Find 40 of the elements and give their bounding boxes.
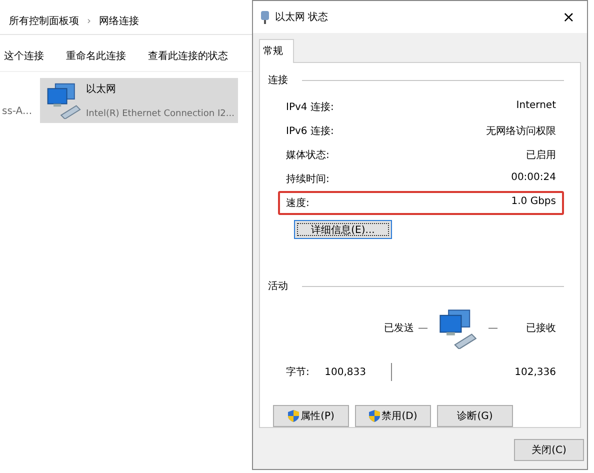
section-heading: 活动 [268,280,288,293]
toolbar-button[interactable]: 重命名此连接 [66,49,126,63]
shield-icon [288,410,299,422]
field-value: 无网络访问权限 [486,124,556,138]
details-button[interactable]: 详细信息(E)... [294,220,392,239]
bytes-label: 字节: [286,366,310,379]
close-button[interactable]: × [558,8,579,26]
breadcrumb-item[interactable]: 网络连接 [99,14,139,28]
sent-label: 已发送 [384,322,414,335]
action-button[interactable]: 禁用(D) [355,405,431,427]
window-title: 以太网 状态 [275,10,328,24]
action-button[interactable]: 属性(P) [273,405,349,427]
toolbar-button[interactable]: 这个连接 [4,49,44,63]
received-label: 已接收 [526,322,556,335]
field-label: 持续时间: [286,172,330,186]
section-heading: 连接 [268,74,288,87]
field-value: 已启用 [526,148,556,162]
breadcrumb-item[interactable]: 所有控制面板项 [9,14,79,28]
field-label: 媒体状态: [286,148,330,162]
field-value: 1.0 Gbps [511,196,556,209]
connection-name: 以太网 [86,82,118,96]
field-label: 速度: [286,196,310,210]
shield-icon [368,410,380,422]
field-value: Internet [516,100,556,113]
device-name: Intel(R) Ethernet Connection I2... [86,109,234,119]
action-button[interactable]: 诊断(G) [437,405,513,427]
connection-item[interactable]: 以太网 Intel(R) Ethernet Connection I2... [40,78,238,123]
dash: — [488,322,498,334]
toolbar-button[interactable]: 查看此连接的状态 [148,49,228,63]
close-button[interactable]: 关闭(C) [514,439,584,461]
tab[interactable]: 常规 [259,39,294,63]
bytes-received: 102,336 [514,366,556,378]
plug-icon [261,10,269,24]
dash: — [418,322,428,334]
connection-name[interactable]: ss-A... [2,106,32,117]
field-label: IPv6 连接: [286,124,334,138]
field-label: IPv4 连接: [286,100,334,114]
breadcrumb-separator: › [87,16,91,26]
bytes-sent: 100,833 [324,366,366,378]
field-value: 00:00:24 [511,172,556,185]
